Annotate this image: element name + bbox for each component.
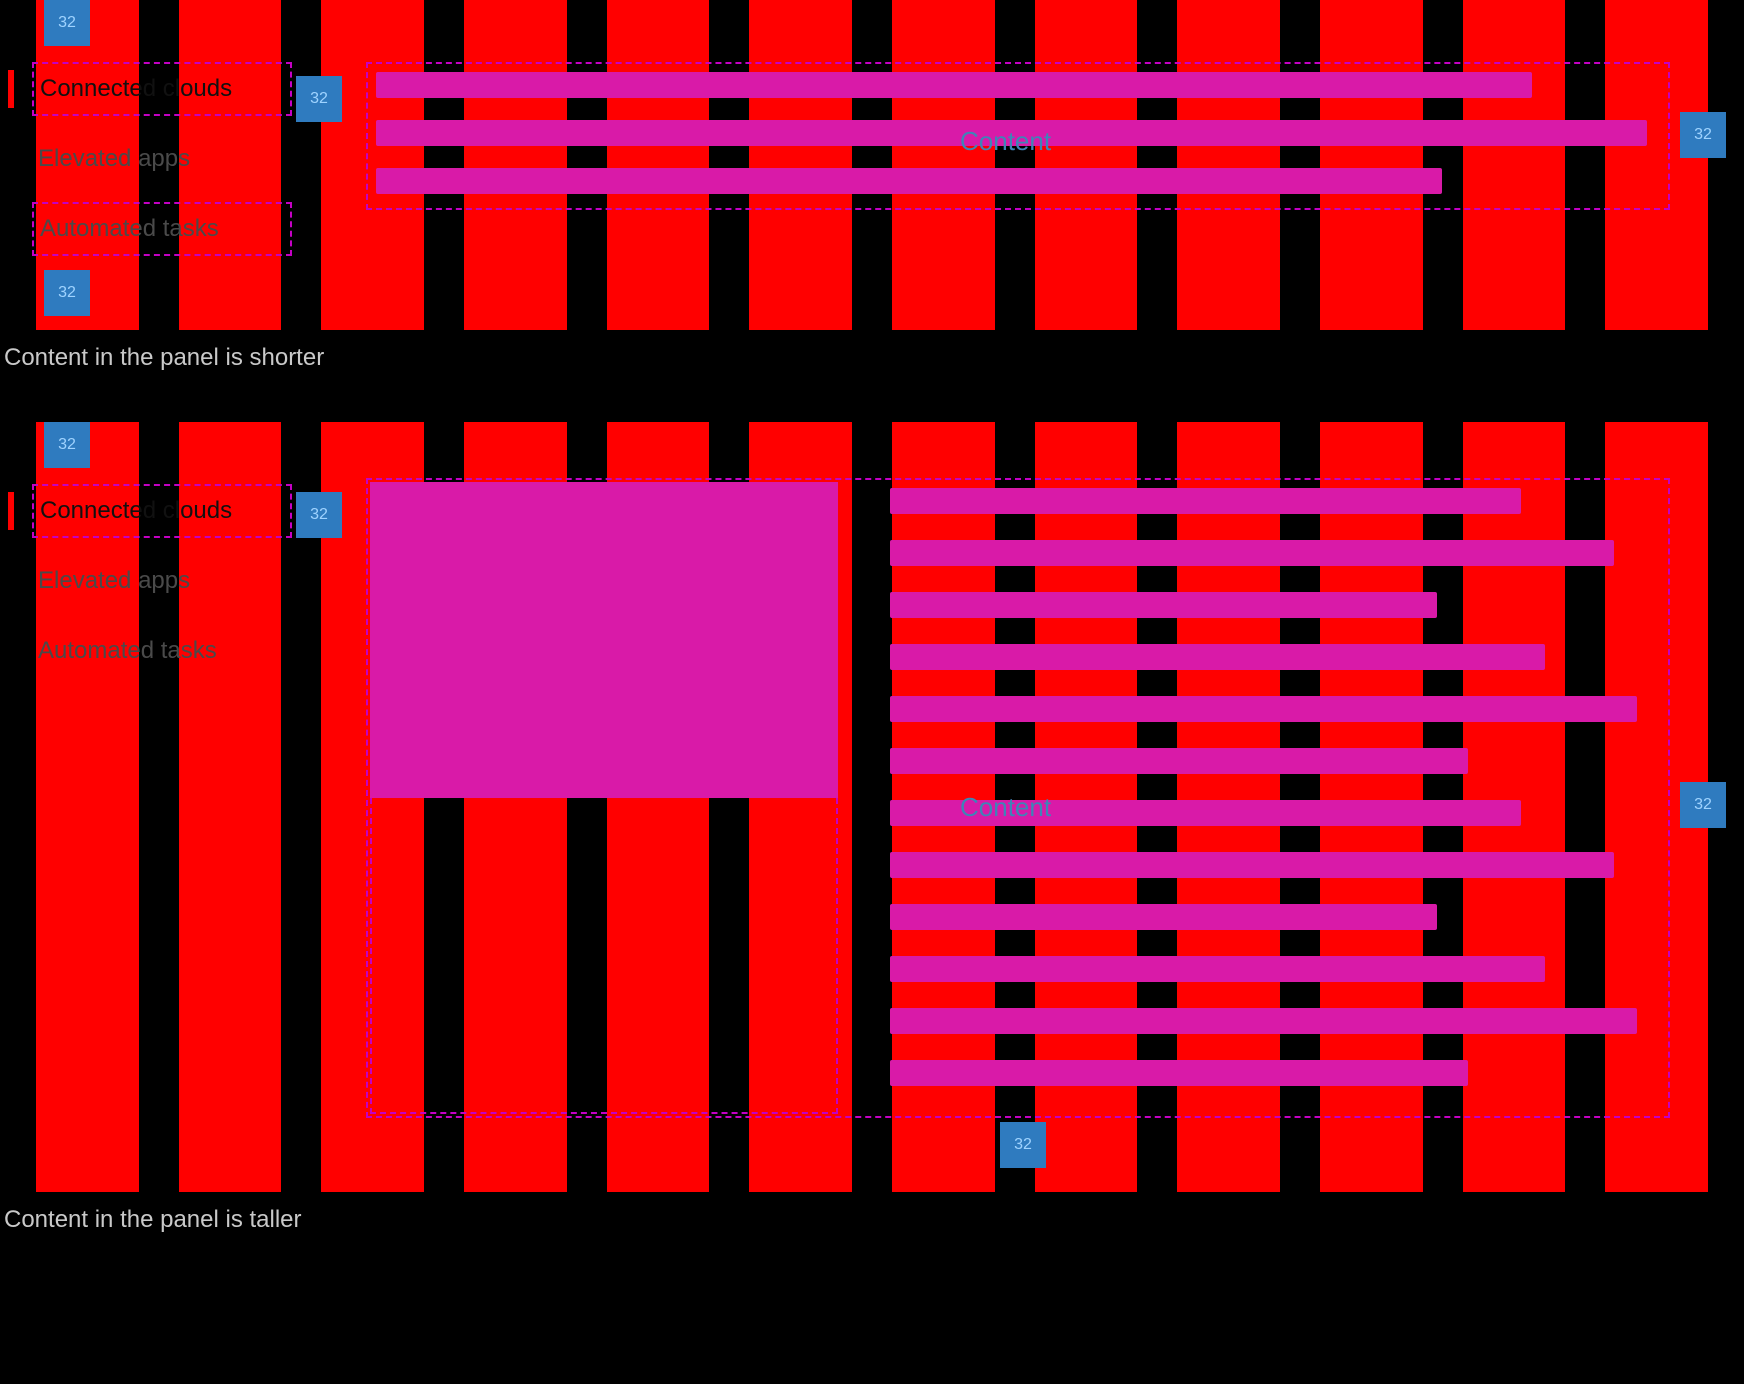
spacer-badge: 32 (296, 492, 342, 538)
text-placeholder-bar (890, 904, 1437, 930)
nav-item-label: Automated tasks (38, 637, 217, 665)
content-text-column (890, 488, 1660, 1086)
spacer-badge: 32 (1000, 1122, 1046, 1168)
spacer-badge: 32 (44, 422, 90, 468)
text-placeholder-bar (890, 644, 1545, 670)
content-image-placeholder (370, 482, 838, 798)
text-placeholder-bar (376, 168, 1442, 194)
spacer-badge: 32 (44, 270, 90, 316)
sidebar-nav: Connected clouds Elevated apps Automated… (32, 62, 292, 256)
layout-example-shorter: 32 Connected clouds Elevated apps Automa… (0, 0, 1744, 330)
text-placeholder-bar (890, 1008, 1637, 1034)
spacer-value: 32 (1694, 796, 1712, 814)
spacer-badge: 32 (1680, 112, 1726, 158)
content-panel (366, 478, 1670, 1118)
spacer-badge: 32 (44, 0, 90, 46)
content-bars (368, 72, 1668, 194)
nav-item-label: Elevated apps (38, 567, 190, 595)
spacer-value: 32 (310, 506, 328, 524)
text-placeholder-bar (890, 696, 1637, 722)
caption-shorter: Content in the panel is shorter (0, 330, 1744, 422)
text-placeholder-bar (376, 72, 1532, 98)
content-image-placeholder-empty (370, 798, 838, 1114)
nav-item-elevated-apps[interactable]: Elevated apps (32, 554, 292, 608)
content-panel (366, 62, 1670, 210)
text-placeholder-bar (890, 748, 1468, 774)
nav-item-elevated-apps[interactable]: Elevated apps (32, 132, 292, 186)
text-placeholder-bar (890, 800, 1521, 826)
spacer-badge: 32 (296, 76, 342, 122)
spacer-badge: 32 (1680, 782, 1726, 828)
nav-item-connected-clouds[interactable]: Connected clouds (32, 62, 292, 116)
spacer-value: 32 (58, 436, 76, 454)
text-placeholder-bar (890, 540, 1614, 566)
nav-item-label: Connected clouds (40, 75, 232, 103)
text-placeholder-bar (890, 1060, 1468, 1086)
spacer-value: 32 (1694, 126, 1712, 144)
nav-item-label: Automated tasks (40, 215, 219, 243)
text-placeholder-bar (890, 592, 1437, 618)
caption-taller: Content in the panel is taller (0, 1192, 1744, 1254)
nav-item-automated-tasks[interactable]: Automated tasks (32, 202, 292, 256)
spacer-value: 32 (58, 284, 76, 302)
nav-item-label: Connected clouds (40, 497, 232, 525)
text-placeholder-bar (890, 488, 1521, 514)
layout-example-taller: 32 Connected clouds Elevated apps Automa… (0, 422, 1744, 1192)
nav-item-automated-tasks[interactable]: Automated tasks (32, 624, 292, 678)
text-placeholder-bar (376, 120, 1647, 146)
spacer-value: 32 (310, 90, 328, 108)
spacer-value: 32 (1014, 1136, 1032, 1154)
nav-item-label: Elevated apps (38, 145, 190, 173)
text-placeholder-bar (890, 956, 1545, 982)
nav-item-connected-clouds[interactable]: Connected clouds (32, 484, 292, 538)
spacer-value: 32 (58, 14, 76, 32)
sidebar-nav: Connected clouds Elevated apps Automated… (32, 484, 292, 678)
text-placeholder-bar (890, 852, 1614, 878)
